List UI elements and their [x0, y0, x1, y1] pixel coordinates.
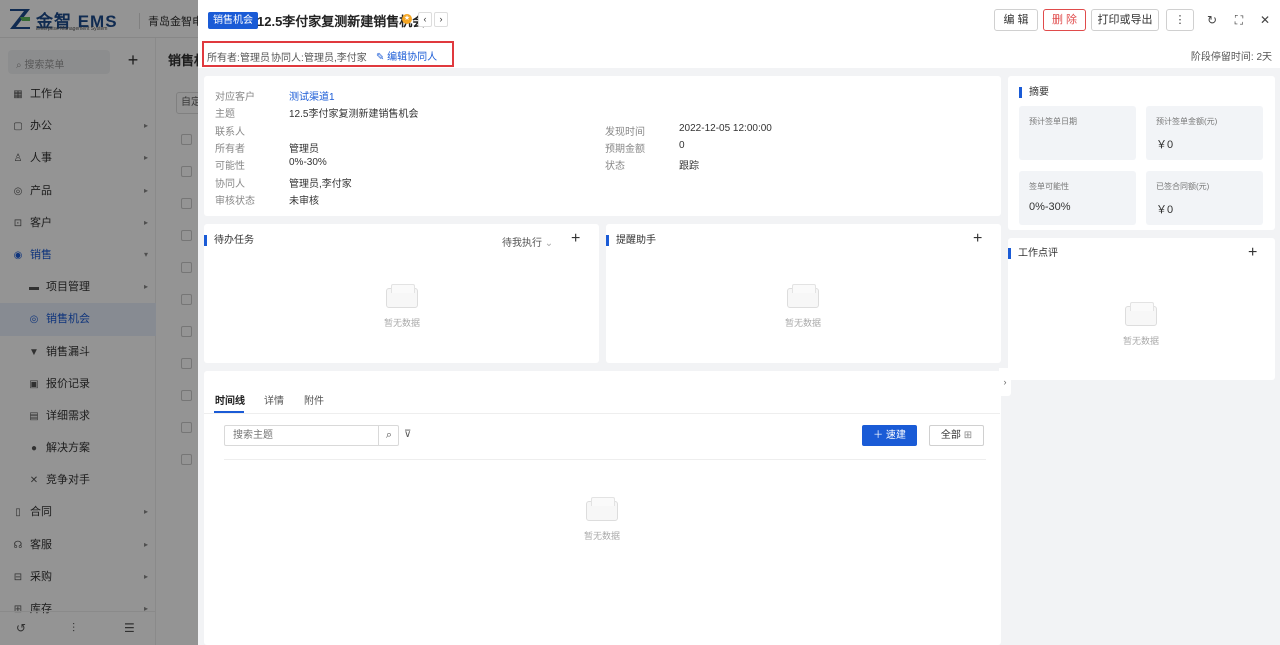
- add-reminder-icon[interactable]: +: [973, 231, 982, 247]
- empty-box-icon: [787, 284, 819, 308]
- filter-all-label: 全部: [940, 430, 961, 441]
- delete-button[interactable]: 删 除: [1043, 9, 1086, 31]
- info-key: 所有者: [215, 144, 245, 155]
- owner-collaborator-bar: 所有者: 管理员 协同人: 管理员,李付家 ✎ 编辑协同人: [202, 41, 454, 67]
- stage-stay-label: 阶段停留时间:: [1190, 52, 1254, 63]
- empty-state: 暂无数据: [362, 284, 442, 329]
- timeline-divider: [224, 459, 986, 460]
- todo-card: 待办任务 待我执行 ⌄ + 暂无数据: [204, 224, 599, 363]
- close-icon[interactable]: ✕: [1257, 12, 1273, 28]
- collaborator-value: 管理员,李付家: [304, 53, 367, 64]
- work-review-card: 工作点评 + 暂无数据: [1008, 238, 1275, 380]
- owner-label: 所有者:: [207, 53, 240, 64]
- info-value: 0%-30%: [289, 157, 327, 168]
- summary-value: ￥0: [1156, 139, 1174, 151]
- empty-text: 暂无数据: [1122, 336, 1159, 346]
- grid-icon: ⊞: [963, 430, 973, 441]
- stage-stay-time: 阶段停留时间: 2天: [1191, 48, 1272, 63]
- info-value: 管理员: [289, 144, 319, 155]
- empty-box-icon: [386, 284, 418, 308]
- pencil-icon: ✎: [376, 52, 388, 63]
- info-key: 预期金额: [605, 144, 645, 155]
- summary-key: 预计签单金额(元): [1156, 117, 1218, 126]
- owner-value: 管理员: [240, 53, 270, 64]
- summary-tile: 已签合同额(元) ￥0: [1146, 171, 1263, 225]
- add-todo-icon[interactable]: +: [571, 231, 580, 247]
- summary-value: ￥0: [1156, 204, 1174, 216]
- info-key: 可能性: [215, 161, 245, 172]
- summary-value: 0%-30%: [1029, 201, 1071, 213]
- empty-box-icon: [1125, 302, 1157, 326]
- todo-filter-label: 待我执行: [502, 238, 542, 249]
- timeline-card: 时间线 详情 附件 ⌕ ⊽ ＋ 速建 全部 ⊞ 暂无数据: [204, 371, 1001, 645]
- info-value: 管理员,李付家: [289, 179, 352, 190]
- refresh-icon[interactable]: ↻: [1204, 12, 1220, 28]
- filter-icon[interactable]: ⊽: [404, 429, 411, 440]
- summary-key: 预计签单日期: [1029, 117, 1077, 126]
- reminder-card: 提醒助手 + 暂无数据: [606, 224, 1001, 363]
- tab-divider: [204, 413, 1000, 414]
- filter-all-button[interactable]: 全部 ⊞: [929, 425, 984, 446]
- follow-star-icon[interactable]: ★: [402, 14, 412, 24]
- tab-timeline[interactable]: 时间线: [215, 392, 245, 407]
- customer-link[interactable]: 测试渠道1: [289, 88, 335, 103]
- collaborator-label: 协同人:: [271, 53, 304, 64]
- quick-create-button[interactable]: ＋ 速建: [862, 425, 917, 446]
- empty-state: 暂无数据: [562, 497, 642, 542]
- summary-tile: 预计签单日期: [1019, 106, 1136, 160]
- info-value: 2022-12-05 12:00:00: [679, 123, 772, 134]
- empty-state: 暂无数据: [1101, 302, 1181, 347]
- tab-attachments[interactable]: 附件: [304, 392, 324, 407]
- todo-filter-select[interactable]: 待我执行 ⌄: [502, 234, 553, 249]
- info-key: 审核状态: [215, 196, 255, 207]
- chevron-down-icon: ⌄: [544, 238, 554, 249]
- timeline-search-input[interactable]: [224, 425, 399, 446]
- search-icon[interactable]: ⌕: [378, 425, 399, 446]
- prev-record-button[interactable]: ‹: [418, 12, 432, 27]
- edit-button[interactable]: 编 辑: [994, 9, 1038, 31]
- edit-collaborator-link[interactable]: ✎ 编辑协同人: [376, 48, 437, 63]
- info-value: 0: [679, 140, 685, 151]
- print-export-button[interactable]: 打印或导出: [1091, 9, 1159, 31]
- summary-tile: 签单可能性 0%-30%: [1019, 171, 1136, 225]
- summary-key: 签单可能性: [1029, 182, 1069, 191]
- info-value: 未审核: [289, 196, 319, 207]
- summary-title: 摘要: [1019, 87, 1049, 98]
- more-button[interactable]: ⋮: [1166, 9, 1194, 31]
- info-value: 12.5李付家复测新建销售机会: [289, 109, 419, 120]
- tab-details[interactable]: 详情: [264, 392, 284, 407]
- work-review-title: 工作点评: [1008, 248, 1058, 259]
- info-key: 联系人: [215, 127, 245, 138]
- add-review-icon[interactable]: +: [1248, 245, 1257, 261]
- info-key: 对应客户: [215, 92, 255, 103]
- todo-title: 待办任务: [204, 235, 254, 246]
- info-key: 协同人: [215, 179, 245, 190]
- empty-text: 暂无数据: [784, 318, 821, 328]
- info-key: 主题: [215, 109, 235, 120]
- stage-stay-value: 2天: [1256, 52, 1272, 63]
- summary-card: 摘要 预计签单日期 预计签单金额(元) ￥0 签单可能性 0%-30% 已签合同…: [1008, 76, 1275, 230]
- empty-box-icon: [586, 497, 618, 521]
- edit-collaborator-label: 编辑协同人: [387, 52, 438, 63]
- summary-tile: 预计签单金额(元) ￥0: [1146, 106, 1263, 160]
- info-value: 跟踪: [679, 161, 699, 172]
- quick-create-label: 速建: [885, 430, 906, 441]
- fullscreen-icon[interactable]: ⛶: [1231, 12, 1247, 28]
- detail-drawer: 销售机会 12.5李付家复测新建销售机会 ★ ‹ › 编 辑 删 除 打印或导出…: [198, 0, 1280, 645]
- empty-text: 暂无数据: [383, 318, 420, 328]
- empty-text: 暂无数据: [583, 531, 620, 541]
- reminder-title: 提醒助手: [606, 235, 656, 246]
- record-type-tag: 销售机会: [208, 12, 258, 29]
- record-title: 12.5李付家复测新建销售机会: [257, 14, 426, 29]
- basic-info-card: 对应客户 测试渠道1 主题 12.5李付家复测新建销售机会 联系人 所有者 管理员 可…: [204, 76, 1001, 216]
- info-key: 状态: [605, 161, 625, 172]
- empty-state: 暂无数据: [763, 284, 843, 329]
- drawer-header: 销售机会 12.5李付家复测新建销售机会 ★ ‹ › 编 辑 删 除 打印或导出…: [198, 0, 1280, 68]
- info-key: 发现时间: [605, 127, 645, 138]
- summary-key: 已签合同额(元): [1156, 182, 1210, 191]
- plus-icon: ＋: [873, 430, 886, 441]
- next-record-button[interactable]: ›: [434, 12, 448, 27]
